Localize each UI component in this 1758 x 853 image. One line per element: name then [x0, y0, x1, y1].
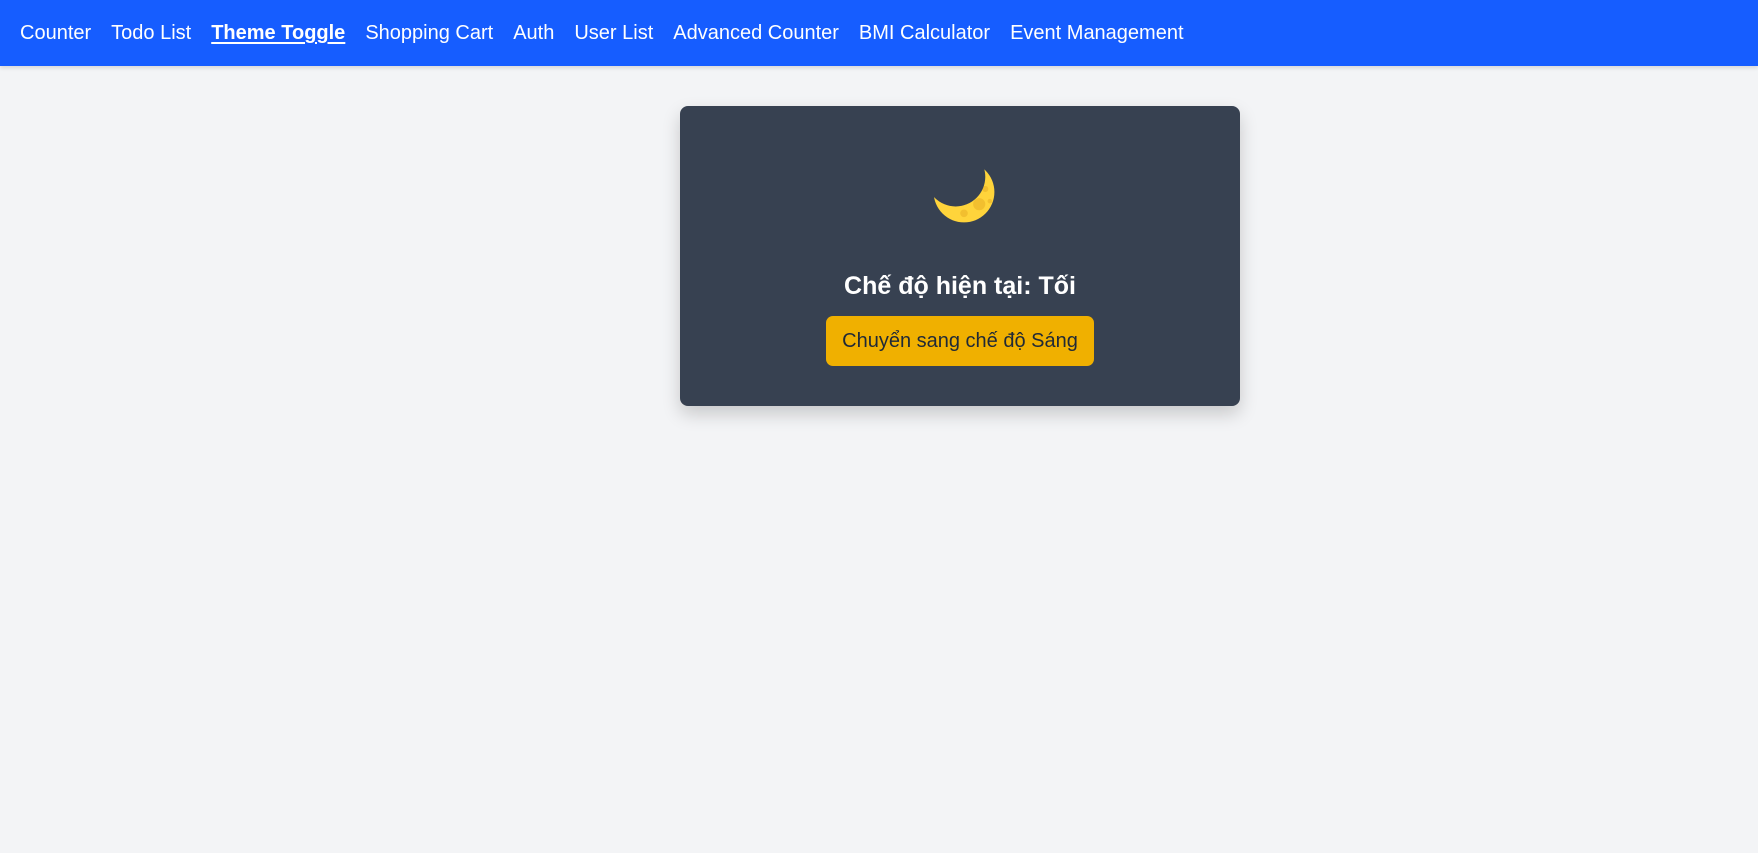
nav-link-user-list[interactable]: User List — [574, 23, 653, 43]
theme-card: Chế độ hiện tại: Tối Chuyển sang chế độ … — [680, 106, 1240, 406]
nav-link-counter[interactable]: Counter — [20, 23, 91, 43]
nav-link-bmi-calculator[interactable]: BMI Calculator — [859, 23, 990, 43]
top-navbar: Counter Todo List Theme Toggle Shopping … — [0, 0, 1758, 66]
nav-link-shopping-cart[interactable]: Shopping Cart — [365, 23, 493, 43]
nav-link-todo-list[interactable]: Todo List — [111, 23, 191, 43]
nav-link-auth[interactable]: Auth — [513, 23, 554, 43]
switch-to-light-mode-button[interactable]: Chuyển sang chế độ Sáng — [826, 316, 1094, 366]
nav-link-advanced-counter[interactable]: Advanced Counter — [673, 23, 839, 43]
nav-link-event-management[interactable]: Event Management — [1010, 23, 1183, 43]
nav-link-theme-toggle[interactable]: Theme Toggle — [211, 23, 345, 43]
current-mode-title: Chế độ hiện tại: Tối — [844, 271, 1076, 300]
crescent-moon-icon — [933, 161, 995, 223]
